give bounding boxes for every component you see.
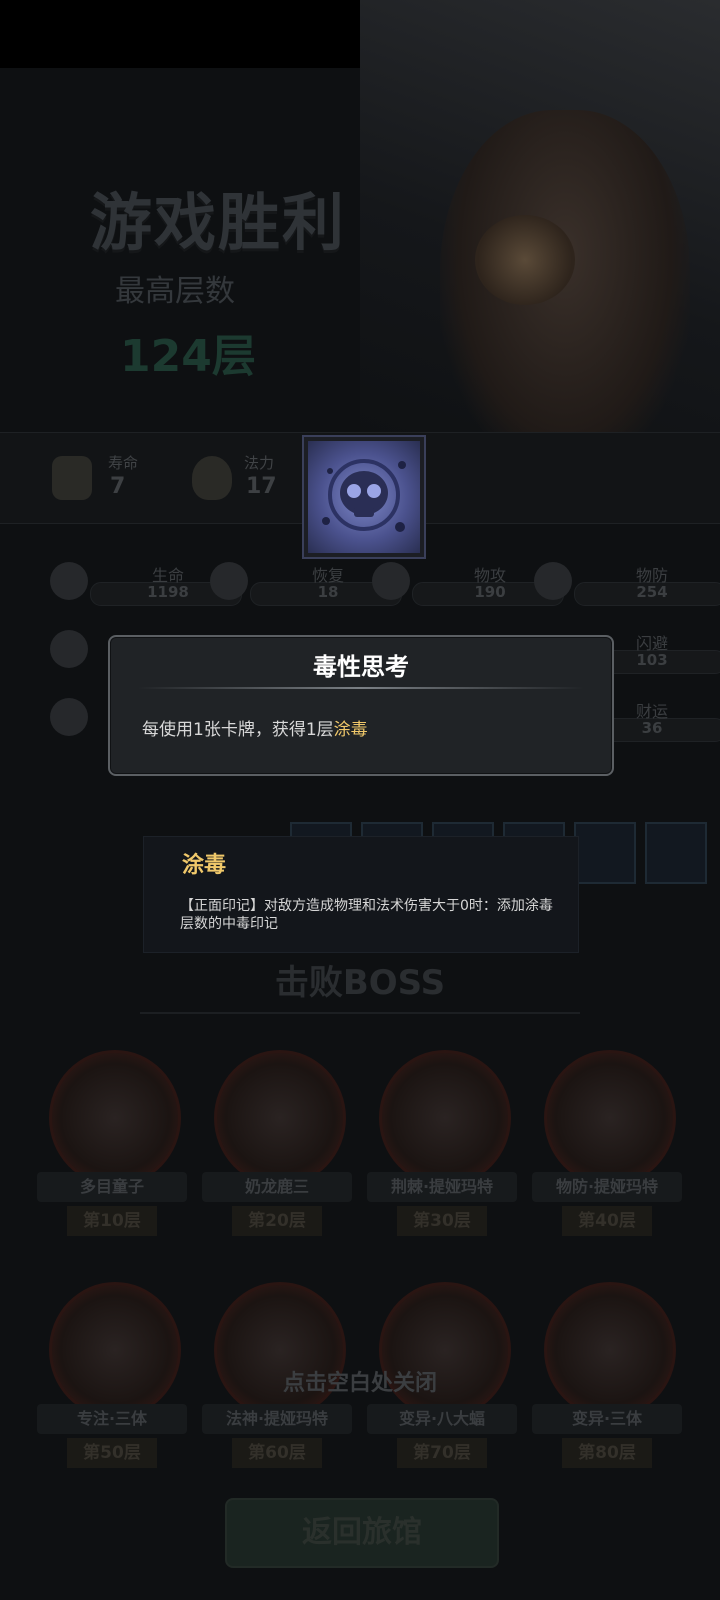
boss-name: 荆棘·提娅玛特: [367, 1172, 517, 1202]
lotus-icon: [50, 698, 88, 736]
heart-icon: [50, 562, 88, 600]
keyword-tooltip: 涂毒 【正面印记】对敌方造成物理和法术伤害大于0时：添加涂毒层数的中毒印记: [143, 836, 579, 953]
boss-name: 变异·三体: [532, 1404, 682, 1434]
victory-title: 游戏胜利: [90, 186, 347, 259]
card-tooltip-keyword[interactable]: 涂毒: [334, 720, 368, 740]
boss-name: 专注·三体: [37, 1404, 187, 1434]
wolf-hero-illustration: [440, 110, 690, 470]
boss-card[interactable]: 物防·提娅玛特 第40层: [532, 1050, 682, 1260]
stat-attack-value: 190: [474, 583, 506, 601]
flame-icon: [192, 456, 232, 500]
stat-dodge-value: 103: [636, 651, 668, 669]
boss-floor: 第10层: [67, 1206, 157, 1236]
boss-card[interactable]: 奶龙鹿三 第20层: [202, 1050, 352, 1260]
boss-floor: 第70层: [397, 1438, 487, 1468]
boss-floor: 第30层: [397, 1206, 487, 1236]
card-tooltip-desc: 每使用1张卡牌，获得1层涂毒: [142, 715, 368, 740]
boss-card[interactable]: 荆棘·提娅玛特 第30层: [367, 1050, 517, 1260]
boss-name: 法神·提娅玛特: [202, 1404, 352, 1434]
card-slot[interactable]: [574, 822, 636, 884]
boss-portrait: [214, 1282, 346, 1418]
boss-portrait: [49, 1050, 181, 1186]
tooltip-divider: [138, 687, 584, 689]
return-inn-button[interactable]: 返回旅馆: [225, 1498, 499, 1568]
stat-fortune-value: 36: [641, 719, 663, 737]
sword-icon: [372, 562, 410, 600]
boss-name: 多目童子: [37, 1172, 187, 1202]
boss-portrait: [544, 1050, 676, 1186]
boss-name: 物防·提娅玛特: [532, 1172, 682, 1202]
armor-icon: [534, 562, 572, 600]
close-hint: 点击空白处关闭: [282, 1371, 437, 1396]
boss-portrait: [214, 1050, 346, 1186]
key-icon: [50, 630, 88, 668]
stat-regen-value: 18: [317, 583, 339, 601]
boss-floor: 第40层: [562, 1206, 652, 1236]
stat-defense-value: 254: [636, 583, 668, 601]
heart-plus-icon: [210, 562, 248, 600]
stat-hp-value: 1198: [147, 583, 189, 601]
max-floor-value: 124层: [120, 331, 256, 382]
boss-name: 奶龙鹿三: [202, 1172, 352, 1202]
boss-section-title: 击败BOSS: [274, 963, 446, 1003]
lifespan-value: 7: [110, 474, 126, 499]
card-slot[interactable]: [645, 822, 707, 884]
boss-name: 变异·八大蝠: [367, 1404, 517, 1434]
mana-label: 法力: [244, 454, 275, 472]
boss-divider: [140, 1012, 580, 1014]
boss-floor: 第80层: [562, 1438, 652, 1468]
lifespan-icon: [52, 456, 92, 500]
card-tooltip: 毒性思考 每使用1张卡牌，获得1层涂毒: [108, 635, 614, 776]
boss-card[interactable]: 多目童子 第10层: [37, 1050, 187, 1260]
poison-skull-card-icon[interactable]: [304, 437, 424, 557]
keyword-tooltip-desc: 【正面印记】对敌方造成物理和法术伤害大于0时：添加涂毒层数的中毒印记: [180, 898, 553, 932]
boss-portrait: [379, 1282, 511, 1418]
lifespan-label: 寿命: [108, 454, 139, 472]
boss-floor: 第50层: [67, 1438, 157, 1468]
wolf-hero-face: [475, 215, 575, 305]
boss-floor: 第60层: [232, 1438, 322, 1468]
card-tooltip-title: 毒性思考: [313, 653, 409, 681]
boss-portrait: [544, 1282, 676, 1418]
boss-floor: 第20层: [232, 1206, 322, 1236]
keyword-tooltip-title: 涂毒: [182, 853, 227, 878]
boss-portrait: [379, 1050, 511, 1186]
card-tooltip-desc-text: 每使用1张卡牌，获得1层: [142, 720, 334, 740]
boss-portrait: [49, 1282, 181, 1418]
max-floor-label: 最高层数: [115, 274, 235, 309]
mana-value: 17: [246, 474, 277, 499]
skull-icon: [322, 459, 406, 532]
